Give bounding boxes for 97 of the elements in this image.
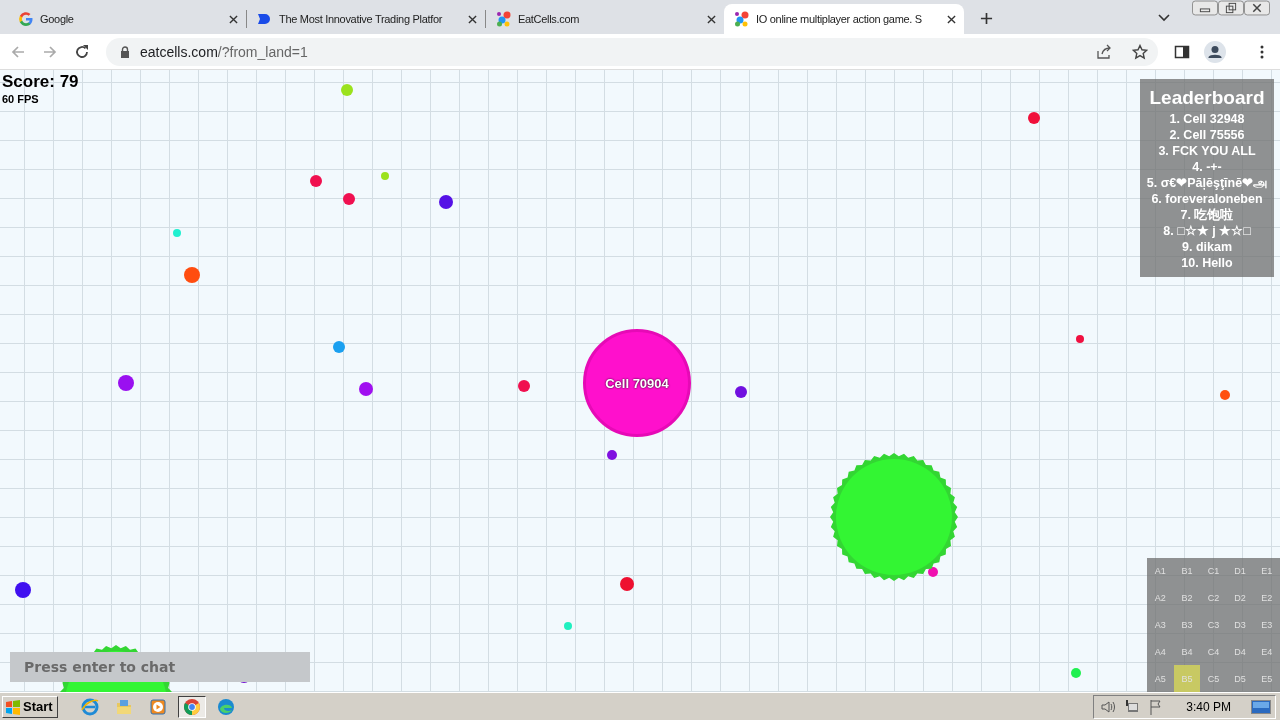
leaderboard-entry: 4. -+- <box>1192 159 1222 175</box>
minimap-sector: B3 <box>1180 619 1194 632</box>
play-icon <box>148 697 167 716</box>
minimap-sector: D1 <box>1233 565 1247 579</box>
minimap-sector: C4 <box>1206 645 1221 659</box>
minimap-sector: A2 <box>1153 592 1167 606</box>
google-icon <box>18 11 34 27</box>
minimap-sector: B5 <box>1173 665 1201 692</box>
minimap-sector: D3 <box>1233 619 1247 632</box>
food-pellet <box>310 175 322 187</box>
restore-icon[interactable] <box>1218 0 1244 16</box>
minimap-sector: D2 <box>1233 592 1247 606</box>
minimap-sector: D5 <box>1233 672 1247 686</box>
minimap-sector: E4 <box>1260 645 1274 659</box>
network-icon[interactable] <box>1124 698 1141 715</box>
show-desktop-icon[interactable] <box>1251 698 1271 715</box>
food-pellet <box>1220 390 1230 400</box>
food-pellet <box>381 172 389 180</box>
leaderboard-entry: 1. Cell 32948 <box>1169 111 1245 127</box>
minimize-icon[interactable] <box>1192 0 1218 16</box>
food-pellet <box>564 622 572 630</box>
leaderboard-entry: 10. Hello <box>1181 255 1233 271</box>
address-bar[interactable]: eatcells.com/?from_land=1 <box>106 37 1158 66</box>
browser-tab[interactable]: The Most Innovative Trading Platfor <box>247 4 485 34</box>
leaderboard-title: Leaderboard <box>1149 87 1265 109</box>
lock-icon <box>120 45 130 58</box>
food-pellet <box>118 375 134 391</box>
food-pellet <box>1028 112 1040 124</box>
food-pellet <box>928 567 938 577</box>
speaker-icon[interactable] <box>1100 698 1117 715</box>
browser-tab[interactable]: EatCells.com <box>486 4 724 34</box>
leaderboard-entry: 6. foreveraloneben <box>1151 191 1263 207</box>
new-tab-icon[interactable] <box>980 12 993 25</box>
minimap-sector: B1 <box>1180 565 1194 579</box>
profile-icon[interactable] <box>1204 40 1226 63</box>
minimap-sector: C3 <box>1206 619 1221 632</box>
browser-tab[interactable]: Google <box>8 4 246 34</box>
food-pellet <box>184 267 200 283</box>
chrome-icon <box>182 697 201 716</box>
share-icon[interactable] <box>1096 43 1112 60</box>
player-cell: Cell 70904 <box>583 329 691 437</box>
minimap-sector: E1 <box>1260 565 1274 579</box>
side-panel-icon[interactable] <box>1174 43 1190 60</box>
food-pellet <box>1076 335 1084 343</box>
minimap-sector: C5 <box>1206 672 1221 686</box>
food-pellet <box>15 582 31 598</box>
minimap-sector: A3 <box>1153 619 1167 632</box>
close-icon[interactable] <box>947 14 956 24</box>
clock-text: 3:40 PM <box>1186 699 1231 714</box>
minimap-sector: E5 <box>1260 672 1274 686</box>
fps-text: 60 FPS <box>2 93 39 105</box>
windows-logo-icon <box>5 698 21 715</box>
minimap-sector: C1 <box>1206 565 1221 579</box>
food-pellet <box>439 195 453 209</box>
taskbar-app[interactable] <box>177 695 206 718</box>
minimap-sector: A5 <box>1153 672 1167 686</box>
minimap-sector: A1 <box>1153 565 1167 579</box>
minimap-sector: E2 <box>1260 592 1274 606</box>
food-pellet <box>735 386 747 398</box>
chat-input[interactable]: Press enter to chat <box>10 652 310 682</box>
edge-icon <box>216 697 235 716</box>
colored-dots-icon <box>496 11 512 27</box>
browser-tab[interactable]: IO online multiplayer action game. S <box>724 4 964 34</box>
minimap-sector: B2 <box>1180 592 1194 606</box>
food-pellet <box>607 450 617 460</box>
close-icon[interactable] <box>468 14 477 24</box>
folder-icon <box>114 697 133 716</box>
minimap-sector: E3 <box>1260 619 1274 632</box>
food-pellet <box>333 341 345 353</box>
minimap-sector: D4 <box>1233 645 1247 659</box>
minimap-sector: A4 <box>1153 645 1167 659</box>
chevron-down-icon[interactable] <box>1158 14 1170 22</box>
food-pellet <box>341 84 353 96</box>
food-pellet <box>518 380 530 392</box>
minimap-sector: C2 <box>1206 592 1221 606</box>
food-pellet <box>620 577 634 591</box>
score-text: Score: 79 <box>2 72 79 92</box>
minimap-sector: B4 <box>1180 645 1194 659</box>
colored-dots-icon <box>734 11 750 27</box>
reload-icon[interactable] <box>74 43 90 60</box>
close-icon[interactable] <box>707 14 716 24</box>
food-pellet <box>173 229 181 237</box>
leaderboard-entry: 2. Cell 75556 <box>1169 127 1245 143</box>
leaderboard-entry: 7. 吃饱啦 <box>1180 207 1234 223</box>
food-pellet <box>359 382 373 396</box>
leaderboard-entry: 8. □☆★ j ★☆□ <box>1163 223 1251 239</box>
start-button[interactable]: Start <box>2 695 58 718</box>
d-shape-icon <box>257 11 273 27</box>
close-icon[interactable] <box>1244 0 1270 16</box>
star-icon[interactable] <box>1132 43 1148 60</box>
e-logo-icon <box>80 697 99 716</box>
close-icon[interactable] <box>229 14 238 24</box>
leaderboard-entry: 5. σ€❤Pāļēşţīnē❤அ <box>1146 175 1268 191</box>
leaderboard-entry: 9. dikam <box>1182 239 1232 255</box>
food-pellet <box>343 193 355 205</box>
leaderboard-entry: 3. FCK YOU ALL <box>1158 143 1256 159</box>
food-pellet <box>1071 668 1081 678</box>
